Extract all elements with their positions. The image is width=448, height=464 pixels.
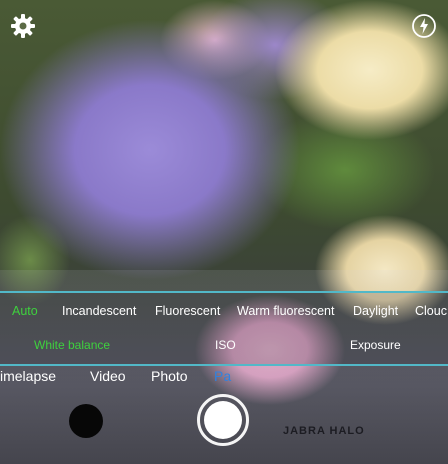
white-balance-panel: Auto Incandescent Fluorescent Warm fluor… (0, 291, 448, 366)
mode-video[interactable]: Video (90, 368, 126, 384)
wb-option-cloudy[interactable]: Clouc (415, 304, 447, 318)
flash-auto-icon[interactable] (411, 13, 437, 39)
wb-option-warm-fluorescent[interactable]: Warm fluorescent (237, 304, 334, 318)
camera-mode-bar: imelapse Video Photo Pa (0, 368, 448, 386)
wb-option-fluorescent[interactable]: Fluorescent (155, 304, 220, 318)
mode-photo[interactable]: Photo (151, 368, 188, 384)
mode-pano[interactable]: Pa (214, 368, 231, 384)
mode-timelapse[interactable]: imelapse (0, 368, 56, 384)
wb-option-auto[interactable]: Auto (12, 304, 38, 318)
tab-white-balance[interactable]: White balance (34, 338, 110, 352)
gear-icon[interactable] (10, 13, 36, 39)
shutter-button[interactable] (204, 401, 242, 439)
box-label-text: JABRA HALO (283, 425, 365, 437)
wb-option-incandescent[interactable]: Incandescent (62, 304, 136, 318)
tab-exposure[interactable]: Exposure (350, 338, 401, 352)
tab-iso[interactable]: ISO (215, 338, 236, 352)
wb-option-daylight[interactable]: Daylight (353, 304, 398, 318)
gallery-thumbnail[interactable] (69, 404, 103, 438)
